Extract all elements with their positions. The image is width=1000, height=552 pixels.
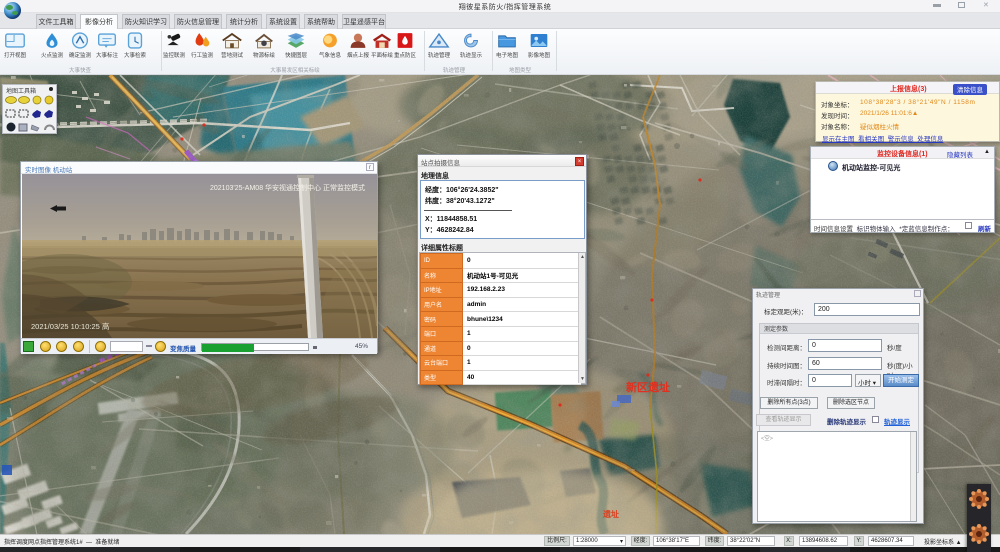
- svg-text:新区遗址: 新区遗址: [626, 380, 670, 394]
- svg-text:202103'25-AM08 华安视通控制中心 正常监控模式: 202103'25-AM08 华安视通控制中心 正常监控模式: [210, 183, 365, 192]
- svg-text:遗址: 遗址: [602, 509, 619, 519]
- svg-text:2021/03/25 10:10:25 高: 2021/03/25 10:10:25 高: [31, 321, 110, 331]
